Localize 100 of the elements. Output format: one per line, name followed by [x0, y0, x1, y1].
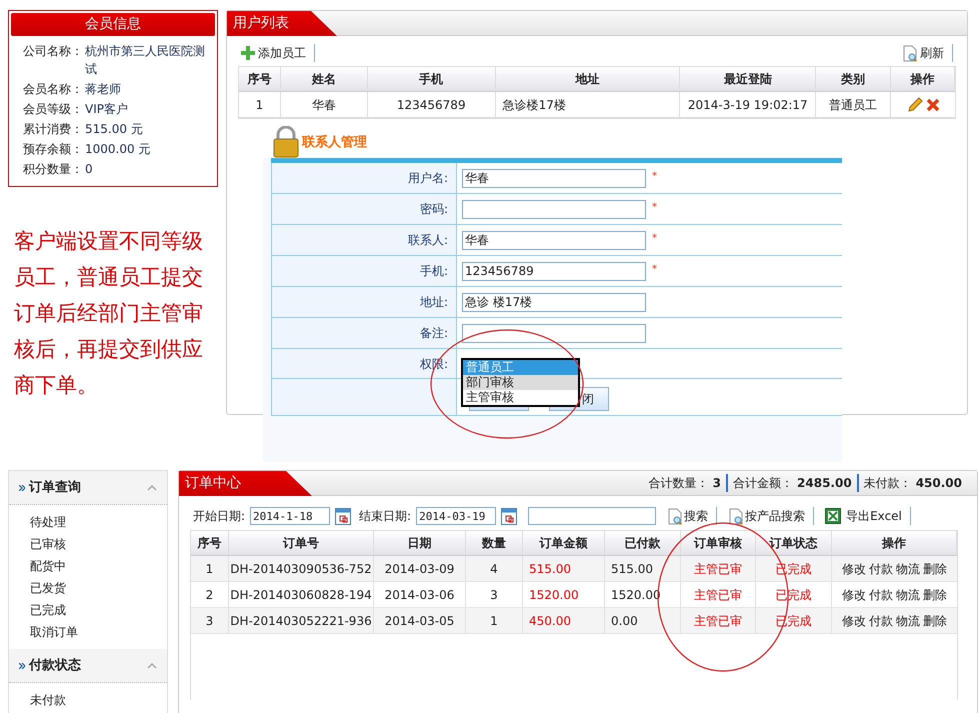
text-field[interactable]: 华春 — [462, 230, 646, 250]
text-field[interactable]: 123456789 — [462, 262, 646, 280]
sidebar-item[interactable]: 已审核 — [30, 533, 167, 555]
table-cell: 主管已审 — [681, 608, 756, 633]
start-date-label: 开始日期: — [193, 508, 246, 525]
pencil-icon[interactable] — [906, 96, 923, 112]
padlock-icon — [272, 126, 300, 158]
field-value: VIP客户 — [85, 101, 129, 118]
summary-value: 450.00 — [916, 475, 962, 492]
text-field[interactable] — [462, 200, 646, 218]
table-cell: 0.00 — [605, 608, 681, 633]
table-cell: DH-201403090536-752 — [229, 556, 374, 581]
search-field[interactable] — [528, 507, 656, 525]
text-field[interactable] — [462, 324, 646, 342]
column-header: 序号 — [239, 67, 281, 91]
column-header: 手机 — [368, 67, 496, 91]
double-chevron-icon — [19, 484, 25, 490]
table-cell: 4 — [466, 556, 523, 581]
form-label: 联系人: — [408, 232, 448, 249]
table-cell: 华春 — [280, 92, 368, 117]
spreadsheet-icon — [825, 508, 842, 524]
panel-title: 用户列表 — [233, 15, 289, 32]
sidebar-item[interactable]: 已完成 — [30, 599, 167, 621]
table-cell: 1 — [466, 608, 523, 633]
note-text: 客户端设置不同等级员工，普通员工提交订单后经部门主管审核后，再提交到供应商下单。 — [14, 228, 204, 399]
row-action-link[interactable]: 修改 — [842, 586, 866, 604]
table-cell: 3 — [466, 582, 523, 607]
table-cell: 2 — [191, 582, 229, 607]
toolbar-button[interactable]: 导出Excel — [825, 507, 911, 525]
required-mark: * — [652, 232, 657, 246]
card-header: 会员信息 — [11, 13, 215, 36]
field-value: 0 — [85, 161, 94, 178]
permission-dropdown-menu[interactable]: 普通员工 部门审核 主管审核 — [461, 358, 580, 407]
field-label: 累计消费： — [23, 121, 84, 138]
field-label: 公司名称： — [23, 43, 84, 60]
table-cell: 3 — [191, 608, 229, 633]
column-header: 序号 — [191, 531, 229, 555]
toolbar-button[interactable]: 按产品搜索 — [728, 507, 814, 525]
listbox-option[interactable]: 部门审核 — [463, 375, 578, 390]
toolbar-button[interactable]: 搜索 — [667, 507, 718, 525]
table-cell: 主管已审 — [681, 556, 756, 581]
sidebar-item[interactable]: 待处理 — [30, 511, 167, 533]
sidebar-item[interactable]: 未付款 — [30, 689, 167, 711]
add-employee-button[interactable]: 添加员工 — [241, 44, 315, 62]
column-header: 订单金额 — [523, 531, 605, 555]
table-cell: 123456789 — [368, 92, 496, 117]
field-label: 会员等级： — [23, 101, 84, 118]
table-cell: 1520.00 — [523, 582, 605, 607]
row-action-link[interactable]: 付款 — [869, 560, 893, 578]
table-cell: 515.00 — [523, 556, 605, 581]
column-header: 已付款 — [605, 531, 681, 555]
summary-value: 3 — [712, 475, 722, 492]
field-label: 会员名称： — [23, 81, 84, 98]
row-action-link[interactable]: 物流 — [896, 612, 920, 630]
sidebar-item[interactable]: 取消订单 — [30, 621, 167, 643]
row-action-link[interactable]: 物流 — [896, 586, 920, 604]
refresh-button[interactable]: 刷新 — [902, 44, 953, 62]
row-action-link[interactable]: 付款 — [869, 612, 893, 630]
sidebar-section-title[interactable]: 付款状态 — [29, 656, 81, 676]
row-action-link[interactable]: 修改 — [842, 560, 866, 578]
table-cell: 2014-03-06 — [374, 582, 466, 607]
summary-label: 未付款： — [864, 475, 912, 492]
field-label: 积分数量： — [23, 161, 84, 178]
row-action-link[interactable]: 物流 — [896, 560, 920, 578]
required-mark: * — [652, 263, 657, 277]
document-search-icon — [902, 44, 918, 62]
double-chevron-icon — [19, 662, 25, 668]
panel-title: 订单中心 — [185, 475, 241, 492]
required-mark: * — [652, 170, 657, 184]
sidebar-item[interactable]: 配货中 — [30, 555, 167, 577]
table-cell: 2014-3-19 19:02:17 — [680, 92, 816, 117]
start-date-field[interactable]: 2014-1-18 — [250, 507, 330, 525]
row-action-link[interactable]: 删除 — [923, 560, 947, 578]
delete-icon[interactable] — [926, 98, 940, 112]
row-action-link[interactable]: 删除 — [923, 612, 947, 630]
sidebar-section-title[interactable]: 订单查询 — [29, 478, 81, 498]
row-action-link[interactable]: 删除 — [923, 586, 947, 604]
calendar-icon[interactable] — [501, 508, 518, 524]
table-cell: DH-201403052221-936 — [229, 608, 374, 633]
table-cell: 1 — [191, 556, 229, 581]
column-header: 地址 — [496, 67, 680, 91]
table-cell: 450.00 — [523, 608, 605, 633]
calendar-icon[interactable] — [335, 508, 352, 524]
text-field[interactable]: 华春 — [462, 168, 646, 188]
row-action-link[interactable]: 付款 — [869, 586, 893, 604]
end-date-field[interactable]: 2014-03-19 — [416, 507, 496, 525]
field-value: 1000.00 元 — [85, 141, 152, 158]
summary-label: 合计金额： — [733, 475, 794, 492]
row-action-link[interactable]: 修改 — [842, 612, 866, 630]
field-value: 515.00 元 — [85, 121, 144, 138]
text-field[interactable]: 急诊 楼17楼 — [462, 292, 646, 312]
end-date-label: 结束日期: — [359, 508, 412, 525]
table-cell: 1 — [239, 92, 281, 117]
column-header: 操作 — [891, 67, 955, 91]
form-label: 手机: — [420, 263, 448, 280]
form-label: 备注: — [420, 325, 448, 342]
plus-icon — [241, 46, 255, 60]
field-value: 杭州市第三人民医院测试 — [85, 43, 206, 78]
sidebar-item[interactable]: 已发货 — [30, 577, 167, 599]
table-cell: DH-201403060828-194 — [229, 582, 374, 607]
